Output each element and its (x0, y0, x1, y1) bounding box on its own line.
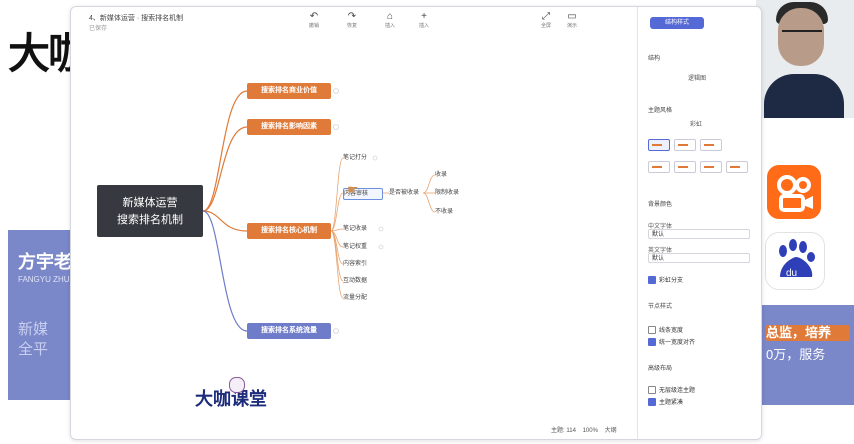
decision-topic[interactable]: 是否被收录 (389, 188, 423, 198)
section-theme-label: 主题风格 (648, 108, 673, 114)
webcam-glasses (782, 30, 822, 42)
core-child-topic[interactable]: 笔记收录 (343, 224, 379, 234)
status-bar: 主题: 114 100% 大纲 (551, 425, 617, 434)
baidu-logo-icon: du (765, 232, 825, 290)
brand-badge-icon (229, 377, 245, 393)
layout-option[interactable] (700, 161, 722, 173)
presenter-name: 方宇老 (18, 252, 72, 272)
webcam-overlay (756, 0, 854, 118)
style-option-label: 线条宽度 (659, 328, 684, 334)
core-child-topic[interactable]: 互动数据 (343, 276, 379, 286)
style-option-checkbox[interactable]: 统一宽度对齐 (648, 337, 696, 347)
brand-watermark: 大咖课堂 (195, 377, 267, 411)
right-panel-line: 总监，培养 (766, 325, 850, 341)
kuaishou-logo-icon (767, 165, 821, 219)
advanced-option-label: 无层级连主题 (659, 388, 696, 394)
decision-child-topic[interactable]: 不收录 (435, 207, 465, 217)
panel-line: 全平 (18, 341, 49, 358)
root-topic[interactable]: 新媒体运营 搜索排名机制 (97, 185, 203, 237)
rainbow-branch-label: 彩虹分支 (659, 278, 684, 284)
right-panel-line: 0万，服务 (766, 347, 826, 362)
root-title-line: 新媒体运营 (122, 196, 178, 209)
core-child-topic[interactable]: 内容索引 (343, 259, 379, 269)
layout-option[interactable] (726, 161, 748, 173)
style-option-checkbox[interactable]: 线条宽度 (648, 325, 684, 335)
section-advanced-label: 高级布局 (648, 366, 673, 372)
hand-cursor-icon: ☛ (347, 182, 359, 197)
font-select-chinese[interactable]: 默认 (648, 229, 750, 239)
layout-option[interactable] (674, 161, 696, 173)
layout-option[interactable] (648, 139, 670, 151)
theme-value[interactable]: 彩虹 (690, 119, 702, 128)
topic-count: 主题: 114 (551, 428, 576, 434)
section-background-label: 背景颜色 (648, 202, 673, 208)
outline-toggle[interactable]: 大纲 (605, 428, 617, 434)
panel-text: 新媒 全平 (18, 320, 48, 360)
branch-system-traffic[interactable]: 搜索排名系统流量 (247, 323, 331, 339)
rainbow-branch-checkbox[interactable]: 彩虹分支 (648, 275, 684, 285)
branch-core-mechanism[interactable]: 搜索排名核心机制 (247, 223, 331, 239)
font-select-english[interactable]: 默认 (648, 253, 750, 263)
structure-value[interactable]: 逻辑图 (688, 73, 706, 82)
branch-business-value[interactable]: 搜索排名商业价值 (247, 83, 331, 99)
webcam-shirt (764, 74, 844, 118)
root-title-line: 搜索排名机制 (117, 213, 183, 226)
section-structure-label: 结构 (648, 56, 661, 62)
decision-child-topic[interactable]: 限制收录 (435, 188, 469, 198)
brand-text: 大咖课堂 (195, 389, 267, 410)
branch-influence-factors[interactable]: 搜索排名影响因素 (247, 119, 331, 135)
layout-option[interactable] (674, 139, 696, 151)
layout-options-row (648, 139, 748, 151)
core-child-topic[interactable]: 笔记打分 (343, 153, 375, 163)
advanced-option-checkbox[interactable]: 无层级连主题 (648, 385, 696, 395)
tab-structure-style[interactable]: 结构样式 (650, 17, 704, 29)
core-child-topic[interactable]: 流量分配 (343, 293, 379, 303)
background-right-panel: 总监，培养 0万，服务 (760, 305, 854, 405)
decision-child-topic[interactable]: 收录 (435, 170, 465, 180)
core-child-topic[interactable]: 笔记权重 (343, 242, 379, 252)
advanced-option-checkbox[interactable]: 主题紧凑 (648, 397, 684, 407)
style-option-label: 统一宽度对齐 (659, 340, 696, 346)
layout-option[interactable] (700, 139, 722, 151)
layout-option[interactable] (648, 161, 670, 173)
svg-text:du: du (786, 268, 797, 279)
presenter-subtitle: FANGYU ZHUI (18, 275, 72, 284)
layout-options-row (648, 161, 748, 173)
section-node-style-label: 节点样式 (648, 304, 673, 310)
zoom-level[interactable]: 100% (583, 428, 598, 434)
advanced-option-label: 主题紧凑 (659, 400, 684, 406)
panel-line: 新媒 (18, 321, 49, 338)
mindmap-app-window: 4、新媒体运营 · 搜索排名机制 已保存 ↶ 撤销 ↷ 恢复 ⌂ 插入 + 插入… (70, 6, 762, 440)
format-sidebar: 结构样式 结构 逻辑图 主题风格 彩虹 背景颜色 中文字体 默认 英文字体 默认… (637, 7, 761, 439)
